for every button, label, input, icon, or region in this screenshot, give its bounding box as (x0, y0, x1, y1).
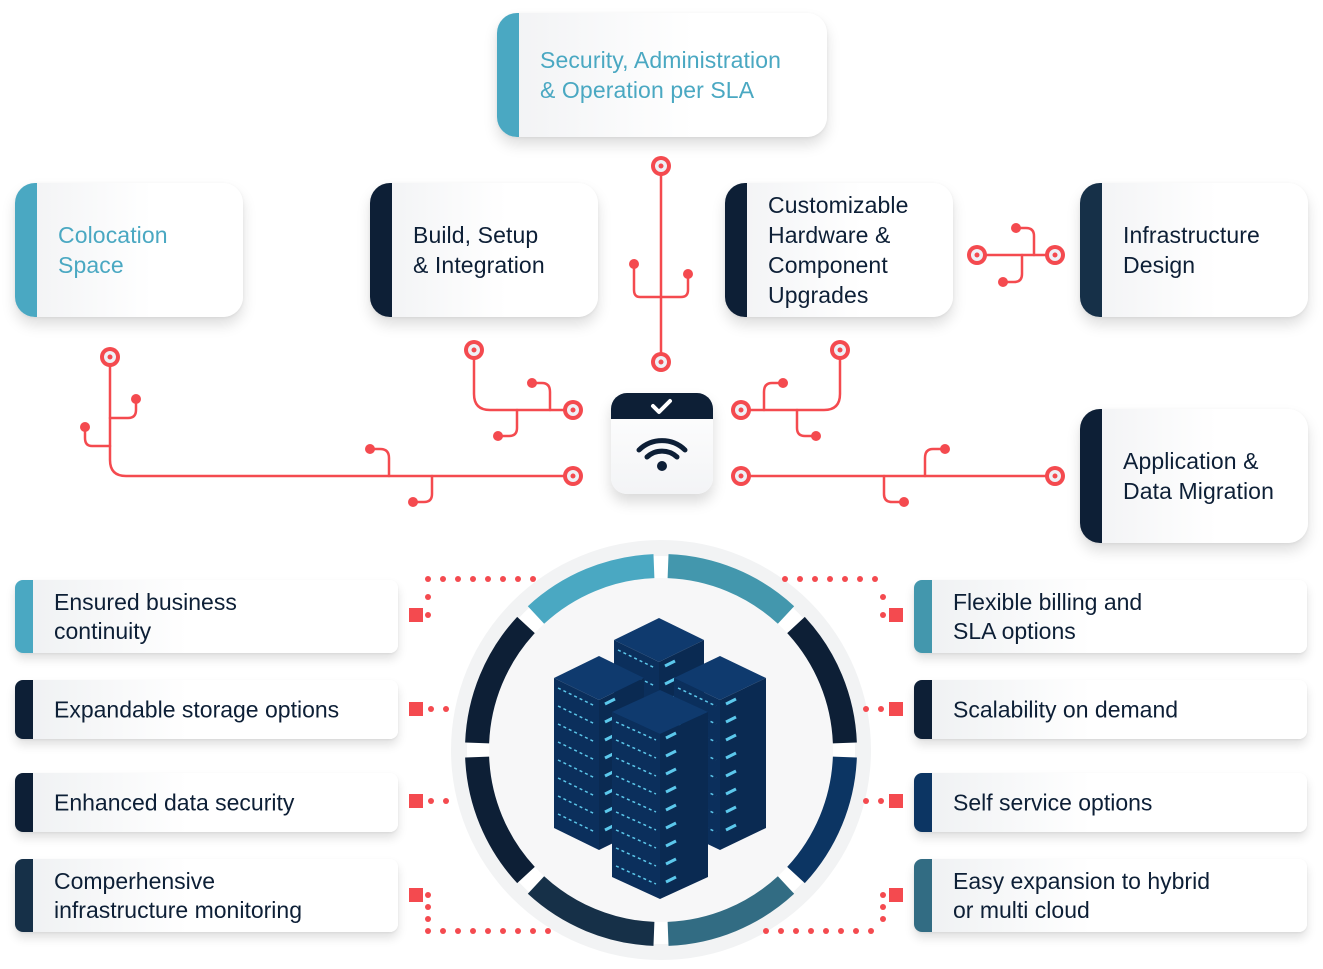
dot (878, 706, 884, 712)
label-line: Expandable storage options (54, 696, 340, 722)
label-line: Enhanced data security (54, 789, 295, 815)
dot (425, 928, 431, 934)
benefit-label: Comperhensive infrastructure monitoring (54, 867, 388, 925)
dot (763, 928, 769, 934)
dot (515, 576, 521, 582)
dot (425, 576, 431, 582)
benefit-card[interactable]: Expandable storage options (15, 680, 398, 739)
dot (443, 798, 449, 804)
dot (812, 576, 818, 582)
label-line: infrastructure monitoring (54, 896, 302, 923)
dot (455, 576, 461, 582)
label-line: SLA options (953, 617, 1076, 644)
benefit-card[interactable]: Easy expansion to hybrid or multi cloud (914, 859, 1307, 932)
square-node-icon (889, 608, 903, 622)
dot (455, 928, 461, 934)
dot (863, 798, 869, 804)
square-node-icon (409, 702, 423, 716)
benefit-card[interactable]: Enhanced data security (15, 773, 398, 832)
dot (425, 594, 431, 600)
dot (880, 594, 886, 600)
dot (428, 798, 434, 804)
dot (545, 928, 551, 934)
dot (440, 576, 446, 582)
dot (530, 928, 536, 934)
square-node-icon (889, 888, 903, 902)
dot (838, 928, 844, 934)
dot (842, 576, 848, 582)
dot (425, 892, 431, 898)
dot (782, 576, 788, 582)
dot (470, 576, 476, 582)
square-node-icon (409, 608, 423, 622)
label-line: Comperhensive (54, 867, 216, 894)
dot (827, 576, 833, 582)
dot (823, 928, 829, 934)
benefit-label: Enhanced data security (54, 788, 388, 817)
benefit-label: Ensured business continuity (54, 588, 388, 646)
square-node-icon (889, 794, 903, 808)
dot (793, 928, 799, 934)
label-line: continuity (54, 617, 152, 644)
benefit-card[interactable]: Scalability on demand (914, 680, 1307, 739)
accent-bar (15, 680, 33, 739)
dot (853, 928, 859, 934)
dot (880, 904, 886, 910)
label-line: Self service options (953, 789, 1153, 815)
dot (872, 576, 878, 582)
label-line: or multi cloud (953, 896, 1090, 923)
accent-bar (15, 773, 33, 832)
benefit-label: Self service options (953, 788, 1297, 817)
accent-bar (914, 580, 932, 653)
dot (428, 706, 434, 712)
accent-bar (914, 680, 932, 739)
dot (530, 576, 536, 582)
dot (500, 928, 506, 934)
label-line: Flexible billing and (953, 588, 1143, 615)
square-node-icon (889, 702, 903, 716)
dot (485, 928, 491, 934)
dot (425, 612, 431, 618)
benefit-label: Flexible billing and SLA options (953, 588, 1297, 646)
accent-bar (914, 773, 932, 832)
dot (878, 798, 884, 804)
dot (778, 928, 784, 934)
dot (868, 928, 874, 934)
benefit-label: Easy expansion to hybrid or multi cloud (953, 867, 1297, 925)
dot (485, 576, 491, 582)
dot (808, 928, 814, 934)
dot (797, 576, 803, 582)
benefit-card[interactable]: Self service options (914, 773, 1307, 832)
benefit-card[interactable]: Comperhensive infrastructure monitoring (15, 859, 398, 932)
dot (515, 928, 521, 934)
dot (857, 576, 863, 582)
dot (880, 916, 886, 922)
dot (425, 904, 431, 910)
label-line: Easy expansion to hybrid (953, 867, 1210, 894)
benefit-card[interactable]: Ensured business continuity (15, 580, 398, 653)
square-node-icon (409, 888, 423, 902)
dot (500, 576, 506, 582)
benefit-card[interactable]: Flexible billing and SLA options (914, 580, 1307, 653)
accent-bar (15, 859, 33, 932)
dot (443, 706, 449, 712)
benefit-label: Scalability on demand (953, 695, 1297, 724)
dot (880, 892, 886, 898)
square-node-icon (409, 794, 423, 808)
dot (440, 928, 446, 934)
dot (425, 916, 431, 922)
dot (863, 706, 869, 712)
dot (470, 928, 476, 934)
label-line: Ensured business (54, 588, 237, 615)
accent-bar (15, 580, 33, 653)
benefit-label: Expandable storage options (54, 695, 388, 724)
label-line: Scalability on demand (953, 696, 1179, 722)
accent-bar (914, 859, 932, 932)
dot (880, 612, 886, 618)
